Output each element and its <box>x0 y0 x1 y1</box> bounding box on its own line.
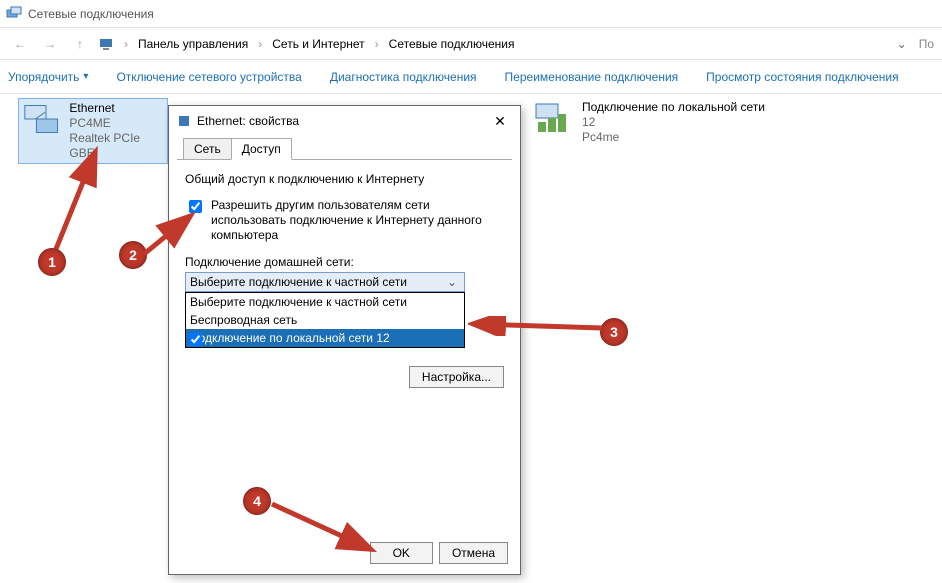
tab-access[interactable]: Доступ <box>231 138 292 160</box>
connection-name: Ethernet <box>69 101 165 116</box>
home-network-combo[interactable]: Выберите подключение к частной сети ⌄ Вы… <box>185 272 504 348</box>
tab-row: Сеть Доступ <box>177 136 512 160</box>
checkbox-allow-share[interactable]: Разрешить другим пользователям сети испо… <box>185 198 504 243</box>
search-box-prefix[interactable]: По <box>919 37 934 51</box>
combo-option[interactable]: Выберите подключение к частной сети <box>186 293 464 311</box>
checkbox-allow-share-label: Разрешить другим пользователям сети испо… <box>211 198 504 243</box>
combo-option-selected[interactable]: Подключение по локальной сети 12 <box>186 329 464 347</box>
ethernet-icon <box>177 114 191 128</box>
home-network-label: Подключение домашней сети: <box>185 255 504 269</box>
annotation-arrow-1 <box>50 145 110 255</box>
annotation-arrow-3 <box>468 316 608 336</box>
toolbar-status[interactable]: Просмотр состояния подключения <box>706 70 898 84</box>
breadcrumb-item[interactable]: Панель управления <box>138 37 248 51</box>
ok-button[interactable]: OK <box>370 542 433 564</box>
chevron-down-icon: ▾ <box>83 71 88 82</box>
toolbar-organize[interactable]: Упорядочить▾ <box>8 70 88 84</box>
network-adapter-icon <box>532 100 574 136</box>
checkbox-allow-control[interactable] <box>189 333 202 346</box>
toolbar-diagnose[interactable]: Диагностика подключения <box>330 70 477 84</box>
close-icon[interactable]: ✕ <box>488 109 512 133</box>
annotation-marker-4: 4 <box>243 487 271 515</box>
breadcrumb-item[interactable]: Сетевые подключения <box>389 37 515 51</box>
connection-net-name: PC4ME <box>69 116 165 131</box>
configure-button[interactable]: Настройка... <box>409 366 504 388</box>
chevron-right-icon: › <box>120 37 132 51</box>
group-label-ics: Общий доступ к подключению к Интернету <box>185 172 504 186</box>
checkbox-secondary[interactable] <box>189 314 202 327</box>
breadcrumb-item[interactable]: Сеть и Интернет <box>272 37 364 51</box>
toolbar-disable-device[interactable]: Отключение сетевого устройства <box>116 70 301 84</box>
connection-net-name: 12 <box>582 115 765 130</box>
network-folder-icon <box>6 6 22 22</box>
network-adapter-icon <box>21 101 61 137</box>
dialog-title: Ethernet: свойства <box>197 114 488 128</box>
toolbar-rename[interactable]: Переименование подключения <box>505 70 679 84</box>
chevron-right-icon: › <box>371 37 383 51</box>
connection-name: Подключение по локальной сети <box>582 100 765 115</box>
dialog-titlebar: Ethernet: свойства ✕ <box>169 106 520 136</box>
tab-network[interactable]: Сеть <box>183 138 232 160</box>
nav-back-icon[interactable]: ← <box>8 32 32 56</box>
dialog-footer: OK Отмена <box>370 542 508 564</box>
connection-lan[interactable]: Подключение по локальной сети 12 Pc4me <box>530 98 790 147</box>
window-title: Сетевые подключения <box>28 7 154 21</box>
dialog-body: Общий доступ к подключению к Интернету Р… <box>169 160 520 400</box>
cancel-button[interactable]: Отмена <box>439 542 508 564</box>
toolbar: Упорядочить▾ Отключение сетевого устройс… <box>0 60 942 94</box>
nav-forward-icon[interactable]: → <box>38 32 62 56</box>
chevron-down-icon[interactable]: ⌄ <box>891 37 913 51</box>
annotation-arrow-4 <box>268 498 378 558</box>
chevron-right-icon: › <box>254 37 266 51</box>
pc-icon <box>98 36 114 52</box>
combo-selected-text: Выберите подключение к частной сети <box>190 275 444 289</box>
nav-bar: ← → ↑ › Панель управления › Сеть и Интер… <box>0 28 942 60</box>
nav-up-icon[interactable]: ↑ <box>68 32 92 56</box>
chevron-down-icon[interactable]: ⌄ <box>444 275 460 289</box>
annotation-arrow-2 <box>140 210 200 260</box>
connection-adapter: Pc4me <box>582 130 765 145</box>
window-titlebar: Сетевые подключения <box>0 0 942 28</box>
